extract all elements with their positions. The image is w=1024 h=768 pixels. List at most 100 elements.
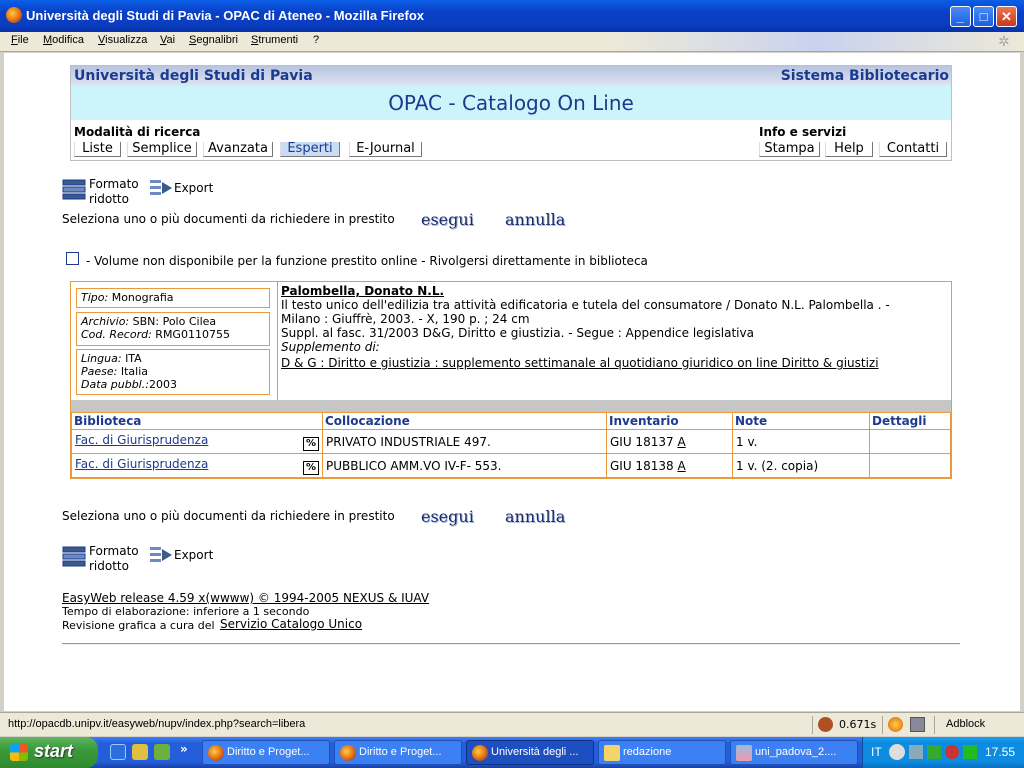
ie-icon[interactable]	[110, 744, 126, 760]
tab-semplice[interactable]: Semplice	[127, 142, 197, 157]
loan-prompt: Seleziona uno o più documenti da richied…	[62, 212, 395, 226]
page-content: Università degli Studi di Pavia Sistema …	[4, 53, 1020, 711]
percent-icon[interactable]: %	[303, 436, 319, 451]
system-tray: IT 17.55	[862, 737, 1024, 768]
task-universita[interactable]: Università degli ...	[466, 740, 594, 765]
table-row: Fac. di Giurisprudenza% PUBBLICO AMM.VO …	[71, 453, 951, 478]
record-description: Palombella, Donato N.L. Il testo unico d…	[277, 282, 951, 400]
link-help[interactable]: Help	[825, 142, 873, 157]
details-cell	[869, 453, 951, 478]
tray-arrow-icon[interactable]	[889, 744, 905, 760]
link-stampa[interactable]: Stampa	[759, 142, 820, 157]
task-uni-padova[interactable]: uni_padova_2....	[730, 740, 858, 765]
unavailable-notice: - Volume non disponibile per la funzione…	[86, 254, 648, 268]
task-diritto-2[interactable]: Diritto e Proget...	[334, 740, 462, 765]
minimize-button[interactable]: _	[950, 6, 971, 27]
network-icon[interactable]	[909, 745, 923, 759]
info-services-label: Info e servizi	[759, 125, 847, 139]
tab-ejournal[interactable]: E-Journal	[349, 142, 422, 157]
export-icon[interactable]	[149, 178, 173, 200]
tab-liste[interactable]: Liste	[74, 142, 121, 157]
throbber-icon: ✲	[998, 34, 1010, 50]
short-format-icon[interactable]	[62, 179, 86, 201]
notes-line: Suppl. al fasc. 31/2003 D&G, Diritto e g…	[281, 326, 754, 340]
menu-help[interactable]: ?	[313, 34, 319, 46]
menu-visualizza[interactable]: Visualizza	[98, 34, 147, 46]
media-icon[interactable]	[154, 744, 170, 760]
menu-modifica[interactable]: Modifica	[43, 34, 84, 46]
unavailable-checkbox-icon	[66, 252, 79, 265]
quicklaunch-chevron[interactable]: »	[180, 742, 188, 756]
extension-icon[interactable]	[888, 717, 903, 732]
antivirus-icon[interactable]	[927, 745, 941, 759]
inventory-link[interactable]: A	[677, 435, 685, 449]
execute-button[interactable]: esegui	[421, 210, 474, 229]
menu-vai[interactable]: Vai	[160, 34, 175, 46]
menu-bar: File Modifica Visualizza Vai Segnalibri …	[0, 32, 1024, 52]
details-cell	[869, 429, 951, 454]
start-button[interactable]: start	[0, 737, 98, 768]
supplement-link[interactable]: D & G : Diritto e giustizia : supplement…	[281, 356, 948, 370]
language-indicator[interactable]: IT	[871, 745, 882, 759]
short-format-icon-bottom[interactable]	[62, 546, 86, 568]
desktop-icon[interactable]	[132, 744, 148, 760]
timer-icon	[818, 717, 833, 732]
execute-button-bottom[interactable]: esegui	[421, 507, 474, 526]
menu-strumenti[interactable]: Strumenti	[251, 34, 298, 46]
library-link[interactable]: Fac. di Giurisprudenza	[75, 457, 208, 471]
record-card: Tipo: Monografia Archivio: SBN: Polo Cil…	[70, 281, 952, 479]
library-system: Sistema Bibliotecario	[780, 68, 949, 84]
app-tray-icon[interactable]	[963, 745, 977, 759]
task-redazione[interactable]: redazione	[598, 740, 726, 765]
export-link[interactable]: Export	[174, 181, 213, 196]
supplement-label: Supplemento di:	[281, 340, 380, 354]
location-cell: PUBBLICO AMM.VO IV-F- 553.	[322, 453, 607, 478]
tab-avanzata[interactable]: Avanzata	[203, 142, 273, 157]
clock: 17.55	[985, 745, 1016, 759]
cancel-button-bottom[interactable]: annulla	[505, 507, 565, 526]
window-title: Università degli Studi di Pavia - OPAC d…	[26, 8, 425, 23]
menu-file[interactable]: File	[11, 34, 29, 46]
inventory-cell: GIU 18138 A	[606, 453, 733, 478]
short-format-link-bottom[interactable]: Formato ridotto	[89, 544, 139, 574]
record-language: Lingua: ITA Paese: Italia Data pubbl.:20…	[76, 349, 270, 395]
record-archive: Archivio: SBN: Polo Cilea Cod. Record: R…	[76, 312, 270, 346]
firefox-icon	[6, 7, 22, 23]
library-link[interactable]: Fac. di Giurisprudenza	[75, 433, 208, 447]
author-link[interactable]: Palombella, Donato N.L.	[281, 284, 948, 298]
catalog-service-link[interactable]: Servizio Catalogo Unico	[220, 617, 362, 631]
tab-esperti[interactable]: Esperti	[280, 142, 340, 157]
adblock-label[interactable]: Adblock	[946, 718, 985, 730]
menu-segnalibri[interactable]: Segnalibri	[189, 34, 238, 46]
holdings-table: Biblioteca Collocazione Inventario Note …	[71, 412, 951, 478]
short-format-link[interactable]: Formato ridotto	[89, 177, 139, 207]
separator-bar	[71, 400, 951, 412]
table-row: Fac. di Giurisprudenza% PRIVATO INDUSTRI…	[71, 429, 951, 454]
title-bar[interactable]: Università degli Studi di Pavia - OPAC d…	[0, 0, 1024, 32]
export-icon-bottom[interactable]	[149, 545, 173, 567]
link-contatti[interactable]: Contatti	[879, 142, 947, 157]
easyweb-link[interactable]: EasyWeb release 4.59 x(wwww) © 1994-2005…	[62, 591, 429, 605]
col-dettagli: Dettagli	[869, 412, 951, 430]
security-icon[interactable]	[945, 745, 959, 759]
opac-banner: Università degli Studi di Pavia Sistema …	[70, 65, 952, 161]
imprint-line: Milano : Giuffrè, 2003. - X, 190 p. ; 24…	[281, 312, 530, 326]
page-info-icon[interactable]	[910, 717, 925, 732]
load-time: 0.671s	[839, 718, 877, 731]
task-diritto-1[interactable]: Diritto e Proget...	[202, 740, 330, 765]
cancel-button[interactable]: annulla	[505, 210, 565, 229]
maximize-button[interactable]: □	[973, 6, 994, 27]
title-line: Il testo unico dell'edilizia tra attivit…	[281, 298, 890, 312]
taskbar: start » Diritto e Proget... Diritto e Pr…	[0, 737, 1024, 768]
status-url: http://opacdb.unipv.it/easyweb/nupv/inde…	[8, 718, 306, 730]
col-collocazione: Collocazione	[322, 412, 607, 430]
search-modes-label: Modalità di ricerca	[74, 125, 201, 139]
export-link-bottom[interactable]: Export	[174, 548, 213, 563]
location-cell: PRIVATO INDUSTRIALE 497.	[322, 429, 607, 454]
percent-icon[interactable]: %	[303, 460, 319, 475]
note-cell: 1 v.	[732, 429, 870, 454]
inventory-link[interactable]: A	[677, 459, 685, 473]
close-button[interactable]: ✕	[996, 6, 1017, 27]
revision-text: Revisione grafica a cura del	[62, 619, 215, 632]
col-note: Note	[732, 412, 870, 430]
